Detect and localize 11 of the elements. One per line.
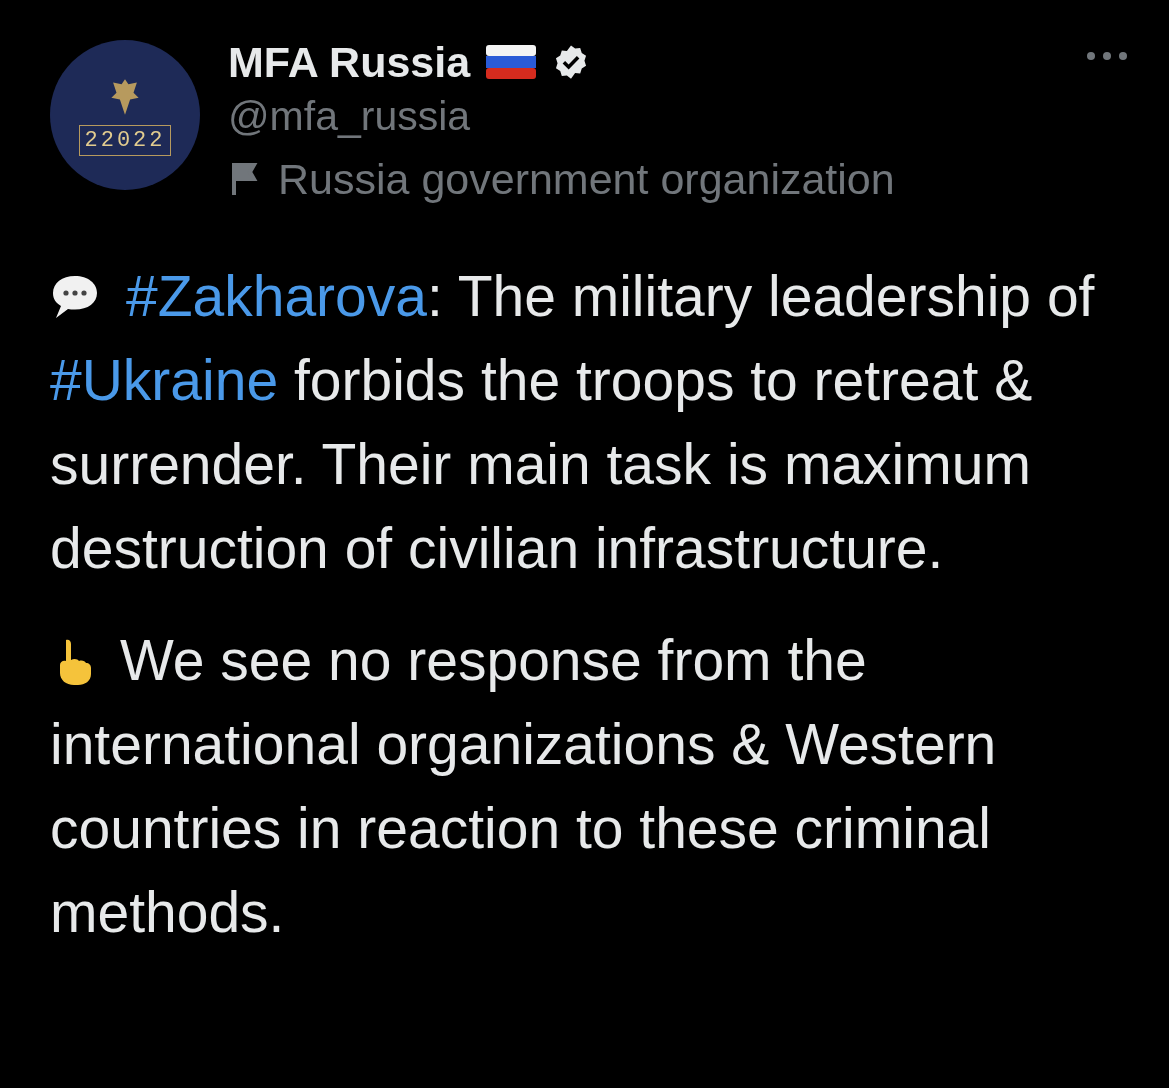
- account-handle[interactable]: @mfa_russia: [228, 88, 895, 144]
- account-name[interactable]: MFA Russia: [228, 37, 471, 87]
- hashtag-link[interactable]: #Zakharova: [126, 264, 427, 328]
- hashtag-link[interactable]: #Ukraine: [50, 348, 279, 412]
- flag-icon: [486, 45, 537, 79]
- avatar-logo-text: 22022: [79, 124, 171, 156]
- account-label: Russia government organization: [278, 154, 895, 204]
- avatar[interactable]: 22022: [50, 40, 200, 190]
- tweet-paragraph: #Zakharova: The military leadership of #Ukraine forbids the troops to retreat & surrender. Their main task is maximum destruction of civilian infrastructure.: [50, 263, 1096, 582]
- more-icon[interactable]: [1085, 50, 1129, 62]
- tweet-paragraph: We see no response from the international organizations & Western countries in reaction to these criminal methods.: [50, 627, 998, 946]
